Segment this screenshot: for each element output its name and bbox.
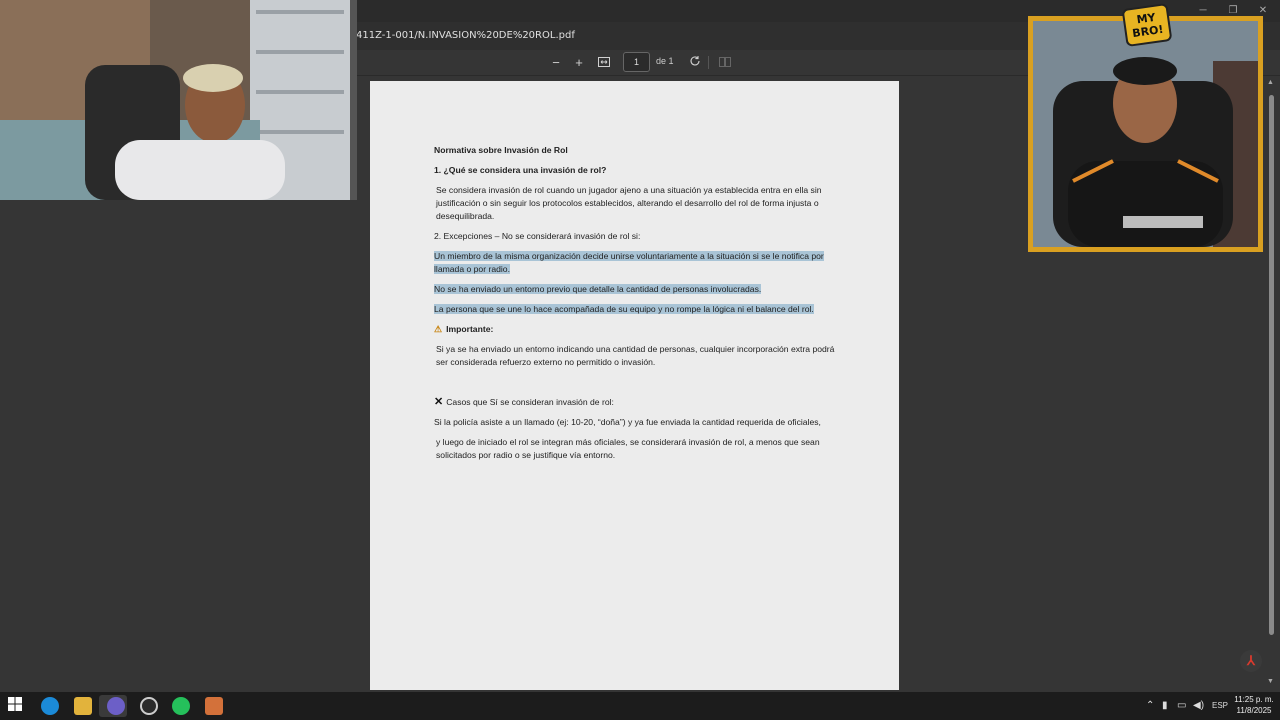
network-icon[interactable]: ▭ (1177, 700, 1186, 711)
clock-date: 11/8/2025 (1236, 706, 1272, 715)
rotate-icon (690, 56, 700, 66)
chevron-up-icon[interactable]: ⌃ (1146, 700, 1154, 711)
scroll-down-icon[interactable]: ▼ (1267, 678, 1274, 685)
url-text[interactable]: 411Z-1-001/N.INVASION%20DE%20ROL.pdf (356, 30, 575, 41)
discord-icon[interactable] (107, 697, 125, 715)
section-heading: 1. ¿Qué se considera una invasión de rol… (434, 165, 607, 175)
clock[interactable]: 11:25 p. m. 11/8/2025 (1232, 694, 1276, 716)
microphone-icon[interactable]: ▮ (1162, 700, 1168, 711)
volume-icon[interactable]: ◀) (1193, 700, 1204, 711)
paragraph: y luego de iniciado el rol se integran m… (436, 437, 820, 460)
page-view-icon (719, 57, 731, 67)
scroll-up-icon[interactable]: ▲ (1267, 79, 1274, 86)
toolbar-divider (708, 56, 709, 69)
paragraph: Se considera invasión de rol cuando un j… (436, 185, 822, 221)
highlighted-text[interactable]: Un miembro de la misma organización deci… (434, 251, 824, 274)
whatsapp-icon[interactable] (172, 697, 190, 715)
webcam-right-feed (1033, 21, 1258, 247)
mybro-logo: MY BRO! (1121, 2, 1173, 48)
file-explorer-icon[interactable] (74, 697, 92, 715)
language-indicator[interactable]: ESP (1212, 701, 1228, 710)
webcam-right (1028, 16, 1263, 252)
highlighted-text[interactable]: No se ha enviado un entorno previo que d… (434, 284, 762, 294)
page-number-input[interactable]: 1 (623, 52, 650, 72)
important-heading: ⚠ Importante: (434, 323, 844, 336)
paragraph: Si la policía asiste a un llamado (ej: 1… (434, 417, 821, 427)
page-count-label: de 1 (656, 56, 674, 66)
cases-heading: Casos que Sí se consideran invasión de r… (446, 397, 614, 407)
edge-icon[interactable] (41, 697, 59, 715)
document-content: Normativa sobre Invasión de Rol 1. ¿Qué … (434, 144, 844, 462)
webcam-right-image (1033, 21, 1258, 247)
webcam-left (0, 0, 357, 200)
acrobat-icon[interactable]: ⅄ (1240, 650, 1262, 672)
screen: ─ ❐ ✕ 411Z-1-001/N.INVASION%20DE%20ROL.p… (0, 0, 1280, 720)
section-heading: 2. Excepciones – No se considerará invas… (434, 231, 641, 241)
windows-start-icon[interactable] (8, 697, 26, 715)
fit-page-button[interactable] (595, 54, 613, 72)
game-icon[interactable] (205, 697, 223, 715)
list-item: La persona que se une lo hace acompañada… (434, 303, 844, 316)
rotate-button[interactable] (686, 54, 704, 72)
scrollbar[interactable]: ▲ ▼ (1266, 77, 1276, 690)
list-item: Un miembro de la misma organización deci… (434, 250, 844, 276)
section-heading: ✕ Casos que Sí se consideran invasión de … (434, 396, 844, 409)
fit-page-icon (598, 57, 610, 67)
paragraph: Si ya se ha enviado un entorno indicando… (436, 344, 835, 367)
taskbar: ⌃ ▮ ▭ ◀) ESP 11:25 p. m. 11/8/2025 (0, 692, 1280, 720)
document-title: Normativa sobre Invasión de Rol (434, 145, 568, 155)
app-icon[interactable] (140, 697, 158, 715)
warning-icon: ⚠ (434, 324, 443, 334)
page-view-button[interactable] (716, 54, 734, 72)
webcam-left-image (0, 0, 357, 200)
cross-icon: ✕ (434, 396, 444, 408)
highlighted-text[interactable]: La persona que se une lo hace acompañada… (434, 304, 814, 314)
zoom-in-button[interactable]: + (570, 54, 588, 72)
scroll-thumb[interactable] (1269, 95, 1274, 635)
list-item: No se ha enviado un entorno previo que d… (434, 283, 844, 296)
important-label: Importante: (446, 324, 494, 334)
clock-time: 11:25 p. m. (1234, 695, 1274, 704)
zoom-out-button[interactable]: − (547, 54, 565, 72)
logo-text: BRO! (1131, 22, 1165, 41)
